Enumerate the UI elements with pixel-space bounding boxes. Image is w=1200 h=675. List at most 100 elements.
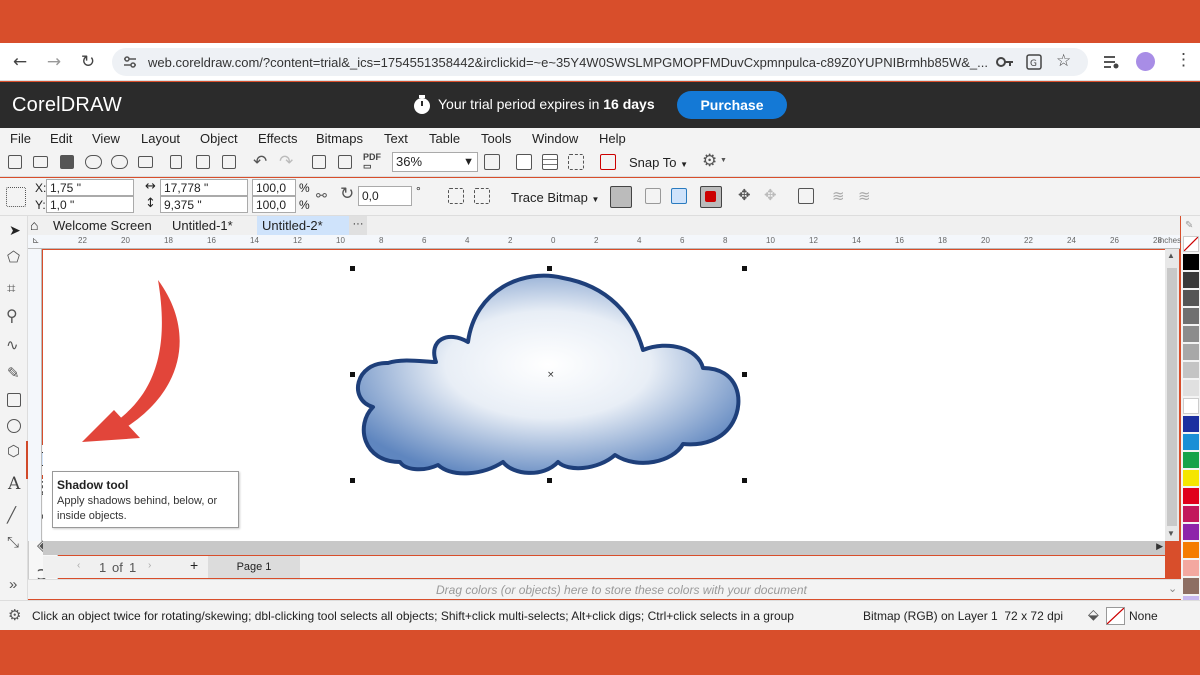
text-tool-icon[interactable]: A [8, 474, 20, 494]
palette-swatch[interactable] [1183, 524, 1199, 540]
menu-layout[interactable]: Layout [141, 131, 180, 146]
tab-welcome-screen[interactable]: Welcome Screen [53, 218, 152, 233]
redo-icon[interactable]: ↷ [279, 152, 293, 172]
palette-swatch[interactable] [1183, 272, 1199, 288]
palette-swatch[interactable] [1183, 578, 1199, 594]
menu-table[interactable]: Table [429, 131, 460, 146]
rectangle-tool-icon[interactable] [7, 393, 21, 407]
palette-swatch[interactable] [1183, 254, 1199, 270]
media-control-icon[interactable] [1103, 54, 1119, 70]
menu-bitmaps[interactable]: Bitmaps [316, 131, 363, 146]
gear-icon[interactable]: ⚙ [8, 606, 21, 624]
x-position-input[interactable]: 1,75 " [46, 179, 134, 196]
reload-icon[interactable]: ↻ [78, 52, 98, 72]
node-edit-icon[interactable]: ✥ [738, 186, 751, 204]
add-page-icon[interactable]: + [190, 557, 198, 573]
scroll-down-icon[interactable]: ▼ [1167, 529, 1175, 538]
palette-swatch[interactable] [1183, 398, 1199, 414]
selection-handle-bl[interactable] [350, 478, 355, 483]
zoom-level-select[interactable]: 36% ▼ [392, 152, 478, 172]
selection-handle-tr[interactable] [742, 266, 747, 271]
menu-window[interactable]: Window [532, 131, 578, 146]
selection-handle-ml[interactable] [350, 372, 355, 377]
snap-to-dropdown[interactable]: Snap To ▼ [629, 155, 688, 170]
next-page-icon[interactable]: › [148, 560, 151, 571]
lock-ratio-icon[interactable]: ⚯ [316, 188, 327, 204]
purchase-button[interactable]: Purchase [677, 91, 787, 119]
password-key-icon[interactable] [996, 56, 1014, 68]
undo-icon[interactable]: ↶ [253, 152, 267, 172]
scale-x-input[interactable]: 100,0 [252, 179, 296, 196]
menu-edit[interactable]: Edit [50, 131, 72, 146]
mirror-horizontal-icon[interactable] [448, 188, 464, 204]
camera-icon[interactable] [798, 188, 814, 204]
menu-file[interactable]: File [10, 131, 31, 146]
palette-swatch[interactable] [1183, 362, 1199, 378]
fill-color-swatch[interactable] [1106, 607, 1125, 625]
ruler-origin-icon[interactable]: ⊾ [32, 235, 40, 246]
forward-icon[interactable]: → [44, 52, 64, 72]
selection-handle-bc[interactable] [547, 478, 552, 483]
palette-swatch[interactable] [1183, 326, 1199, 342]
vertical-ruler[interactable] [28, 249, 42, 541]
page-1-tab[interactable]: Page 1 [208, 556, 300, 578]
menu-tools[interactable]: Tools [481, 131, 511, 146]
polygon-tool-icon[interactable]: ⬡ [7, 442, 20, 460]
home-icon[interactable]: ⌂ [30, 217, 38, 233]
tab-untitled-1[interactable]: Untitled-1* [172, 218, 233, 233]
gear-icon[interactable]: ⚙ [702, 151, 717, 171]
palette-swatch[interactable] [1183, 506, 1199, 522]
selection-handle-tc[interactable] [547, 266, 552, 271]
print-icon[interactable] [138, 156, 153, 168]
shape-tool-icon[interactable]: ⬠ [7, 248, 20, 266]
menu-text[interactable]: Text [384, 131, 408, 146]
trace-bitmap-dropdown[interactable]: Trace Bitmap ▼ [511, 190, 599, 205]
new-document-icon[interactable] [8, 155, 22, 169]
mirror-vertical-icon[interactable] [474, 188, 490, 204]
paste-icon[interactable] [222, 155, 236, 169]
menu-object[interactable]: Object [200, 131, 238, 146]
alignment-guides-icon[interactable] [600, 154, 616, 170]
tab-untitled-2[interactable]: Untitled-2* [262, 218, 323, 233]
palette-swatch[interactable] [1183, 434, 1199, 450]
scale-y-input[interactable]: 100,0 [252, 196, 296, 213]
export-pdf-icon[interactable]: PDF ▭ [363, 153, 381, 171]
cloud-download-icon[interactable] [111, 155, 128, 169]
horizontal-ruler[interactable]: ⊾ 22 20 18 16 14 12 10 8 6 4 2 0 2 4 6 8 10 12 14 16 18 20 22 2… [28, 235, 1181, 249]
freehand-tool-icon[interactable]: ∿ [6, 336, 19, 354]
scroll-right-icon[interactable]: ▶ [1156, 541, 1163, 552]
save-icon[interactable] [60, 155, 74, 169]
full-screen-preview-icon[interactable] [484, 154, 500, 170]
selection-handle-br[interactable] [742, 478, 747, 483]
grid-icon[interactable] [542, 154, 558, 170]
width-input[interactable]: 17,778 " [160, 179, 248, 196]
prev-page-icon[interactable]: ‹ [77, 560, 80, 571]
tabs-more-button[interactable]: ··· [349, 216, 367, 235]
palette-swatch[interactable] [1183, 380, 1199, 396]
eyedropper-icon[interactable]: ✎ [1185, 220, 1193, 231]
expand-toolbox-icon[interactable]: » [9, 576, 17, 593]
connector-tool-icon[interactable]: ⤡ [7, 534, 19, 551]
horizontal-scrollbar[interactable]: ▶ [43, 541, 1165, 555]
menu-effects[interactable]: Effects [258, 131, 298, 146]
palette-swatch[interactable] [1183, 488, 1199, 504]
crop-bitmap-icon[interactable] [610, 186, 632, 208]
rulers-icon[interactable] [516, 154, 532, 170]
guidelines-icon[interactable] [568, 154, 584, 170]
import-icon[interactable] [312, 155, 326, 169]
palette-swatch[interactable] [1183, 416, 1199, 432]
selection-handle-mr[interactable] [742, 372, 747, 377]
scroll-up-icon[interactable]: ▲ [1167, 251, 1175, 260]
y-position-input[interactable]: 1,0 " [46, 196, 134, 213]
line-tool-icon[interactable]: ╱ [7, 506, 16, 524]
back-icon[interactable]: ← [10, 52, 30, 72]
bitmap-color-mask-icon[interactable] [700, 186, 722, 208]
menu-help[interactable]: Help [599, 131, 626, 146]
translate-icon[interactable]: G [1026, 54, 1042, 70]
open-folder-icon[interactable] [33, 156, 48, 168]
vertical-scroll-thumb[interactable] [1167, 268, 1177, 526]
export-icon[interactable] [338, 155, 352, 169]
profile-avatar[interactable] [1136, 52, 1155, 71]
copy-icon[interactable] [196, 155, 210, 169]
artistic-media-tool-icon[interactable]: ✎ [7, 364, 20, 382]
